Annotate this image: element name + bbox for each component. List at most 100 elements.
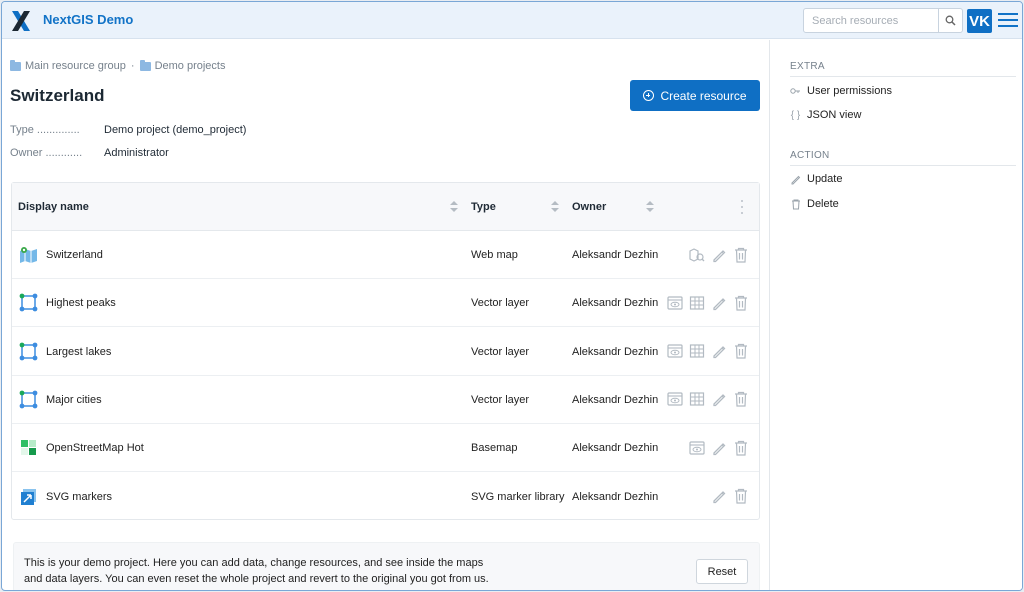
edit-icon[interactable] <box>710 488 727 505</box>
delete-icon[interactable] <box>732 439 749 456</box>
resource-table: Display name Type Owner Switzerland Web m… <box>11 182 760 520</box>
sidebar-item-delete[interactable]: Delete <box>790 198 839 210</box>
table-row[interactable]: OpenStreetMap Hot Basemap Aleksandr Dezhin <box>12 424 759 473</box>
webmap-icon <box>19 245 38 264</box>
resource-owner: Aleksandr Dezhin <box>572 249 659 261</box>
column-menu-icon[interactable] <box>741 200 744 214</box>
meta-value: Demo project (demo_project) <box>104 124 247 136</box>
svg-marker-library-icon <box>19 487 38 506</box>
sort-icon[interactable] <box>646 201 654 212</box>
vector-layer-icon <box>19 390 38 409</box>
sidebar-item-label: Delete <box>807 198 839 210</box>
user-avatar[interactable]: VK <box>967 9 992 33</box>
sidebar-item-json-view[interactable]: { } JSON view <box>790 109 862 121</box>
edit-icon[interactable] <box>710 439 727 456</box>
row-actions <box>666 391 749 408</box>
resource-type: Web map <box>471 249 518 261</box>
resource-owner: Aleksandr Dezhin <box>572 297 659 310</box>
row-actions <box>666 343 749 360</box>
notice-text: This is your demo project. Here you can … <box>24 557 489 585</box>
delete-icon[interactable] <box>732 246 749 263</box>
plus-circle-icon <box>643 90 655 101</box>
table-icon[interactable] <box>688 294 705 311</box>
edit-icon[interactable] <box>710 391 727 408</box>
top-header: NextGIS Demo VK <box>2 2 1022 39</box>
search-box <box>803 8 963 33</box>
sort-icon[interactable] <box>551 201 559 212</box>
sort-icon[interactable] <box>450 201 458 212</box>
resource-type: Vector layer <box>471 297 530 310</box>
demo-notice: This is your demo project. Here you can … <box>13 542 760 590</box>
breadcrumb-item[interactable]: Main resource group <box>25 60 126 72</box>
table-row[interactable]: SVG markers SVG marker library Aleksandr D… <box>12 473 759 521</box>
meta-key: Owner ............ <box>10 147 83 159</box>
resource-name[interactable]: SVG markers <box>46 491 112 503</box>
nextgis-logo-icon[interactable] <box>10 10 32 32</box>
meta-key: Type .............. <box>10 124 80 136</box>
preview-icon[interactable] <box>688 439 705 456</box>
preview-icon[interactable] <box>666 294 683 311</box>
resource-type: Vector layer <box>471 345 530 358</box>
breadcrumb-separator: · <box>130 60 135 72</box>
column-owner[interactable]: Owner <box>572 201 606 213</box>
resource-name[interactable]: OpenStreetMap Hot <box>46 442 144 454</box>
resource-name[interactable]: Highest peaks <box>46 297 116 309</box>
trash-icon <box>790 199 801 210</box>
reset-button[interactable]: Reset <box>696 559 748 584</box>
right-sidebar: EXTRA User permissions { } JSON view ACT… <box>769 40 1022 590</box>
search-icon <box>945 15 956 26</box>
breadcrumb-item[interactable]: Demo projects <box>155 60 226 72</box>
owner-meta: Owner ............ Administrator <box>10 147 169 159</box>
resource-name[interactable]: Switzerland <box>46 249 103 261</box>
main-content: Main resource group · Demo projects Swit… <box>2 40 769 590</box>
column-type[interactable]: Type <box>471 201 496 213</box>
table-row[interactable]: Switzerland Web map Aleksandr Dezhin <box>12 231 759 279</box>
edit-icon[interactable] <box>710 294 727 311</box>
search-input[interactable] <box>804 9 938 32</box>
table-row[interactable]: Major cities Vector layer Aleksandr Dezhin <box>12 376 759 424</box>
create-resource-button[interactable]: Create resource <box>630 80 760 111</box>
table-header: Display name Type Owner <box>12 183 759 231</box>
resource-name[interactable]: Major cities <box>46 394 102 406</box>
delete-icon[interactable] <box>732 391 749 408</box>
column-display-name[interactable]: Display name <box>18 201 89 213</box>
delete-icon[interactable] <box>732 343 749 360</box>
sidebar-item-user-permissions[interactable]: User permissions <box>790 85 892 97</box>
edit-icon[interactable] <box>710 343 727 360</box>
hamburger-menu-icon[interactable] <box>998 12 1018 29</box>
page-title: Switzerland <box>10 86 105 105</box>
vector-layer-icon <box>19 293 38 312</box>
breadcrumb: Main resource group · Demo projects <box>10 59 226 72</box>
resource-owner: Aleksandr Dezhin <box>572 442 659 455</box>
create-resource-label: Create resource <box>660 88 747 103</box>
key-icon <box>790 86 801 97</box>
edit-icon[interactable] <box>710 246 727 263</box>
table-icon[interactable] <box>688 391 705 408</box>
table-row[interactable]: Highest peaks Vector layer Aleksandr Dezhi… <box>12 279 759 328</box>
basemap-icon <box>19 438 38 457</box>
pencil-icon <box>790 174 801 185</box>
resource-type: Basemap <box>471 442 518 455</box>
resource-owner: Aleksandr Dezhin <box>572 490 659 503</box>
resource-name[interactable]: Largest lakes <box>46 346 111 358</box>
sidebar-item-label: User permissions <box>807 85 892 97</box>
folder-icon <box>139 59 151 71</box>
sidebar-item-label: JSON view <box>807 109 862 121</box>
app-window: NextGIS Demo VK Main resource group · De… <box>1 1 1023 591</box>
table-icon[interactable] <box>688 343 705 360</box>
sidebar-section-title: ACTION <box>790 150 1016 166</box>
resource-type: SVG marker library <box>471 490 565 503</box>
vector-layer-icon <box>19 342 38 361</box>
app-title[interactable]: NextGIS Demo <box>43 12 133 27</box>
preview-icon[interactable] <box>666 343 683 360</box>
delete-icon[interactable] <box>732 294 749 311</box>
row-actions <box>688 439 749 456</box>
delete-icon[interactable] <box>732 488 749 505</box>
sidebar-item-update[interactable]: Update <box>790 173 842 185</box>
map-preview-icon[interactable] <box>688 246 705 263</box>
table-row[interactable]: Largest lakes Vector layer Aleksandr Dezhi… <box>12 328 759 376</box>
meta-value: Administrator <box>104 147 169 159</box>
search-button[interactable] <box>938 9 962 32</box>
type-meta: Type .............. Demo project (demo_p… <box>10 124 246 136</box>
preview-icon[interactable] <box>666 391 683 408</box>
